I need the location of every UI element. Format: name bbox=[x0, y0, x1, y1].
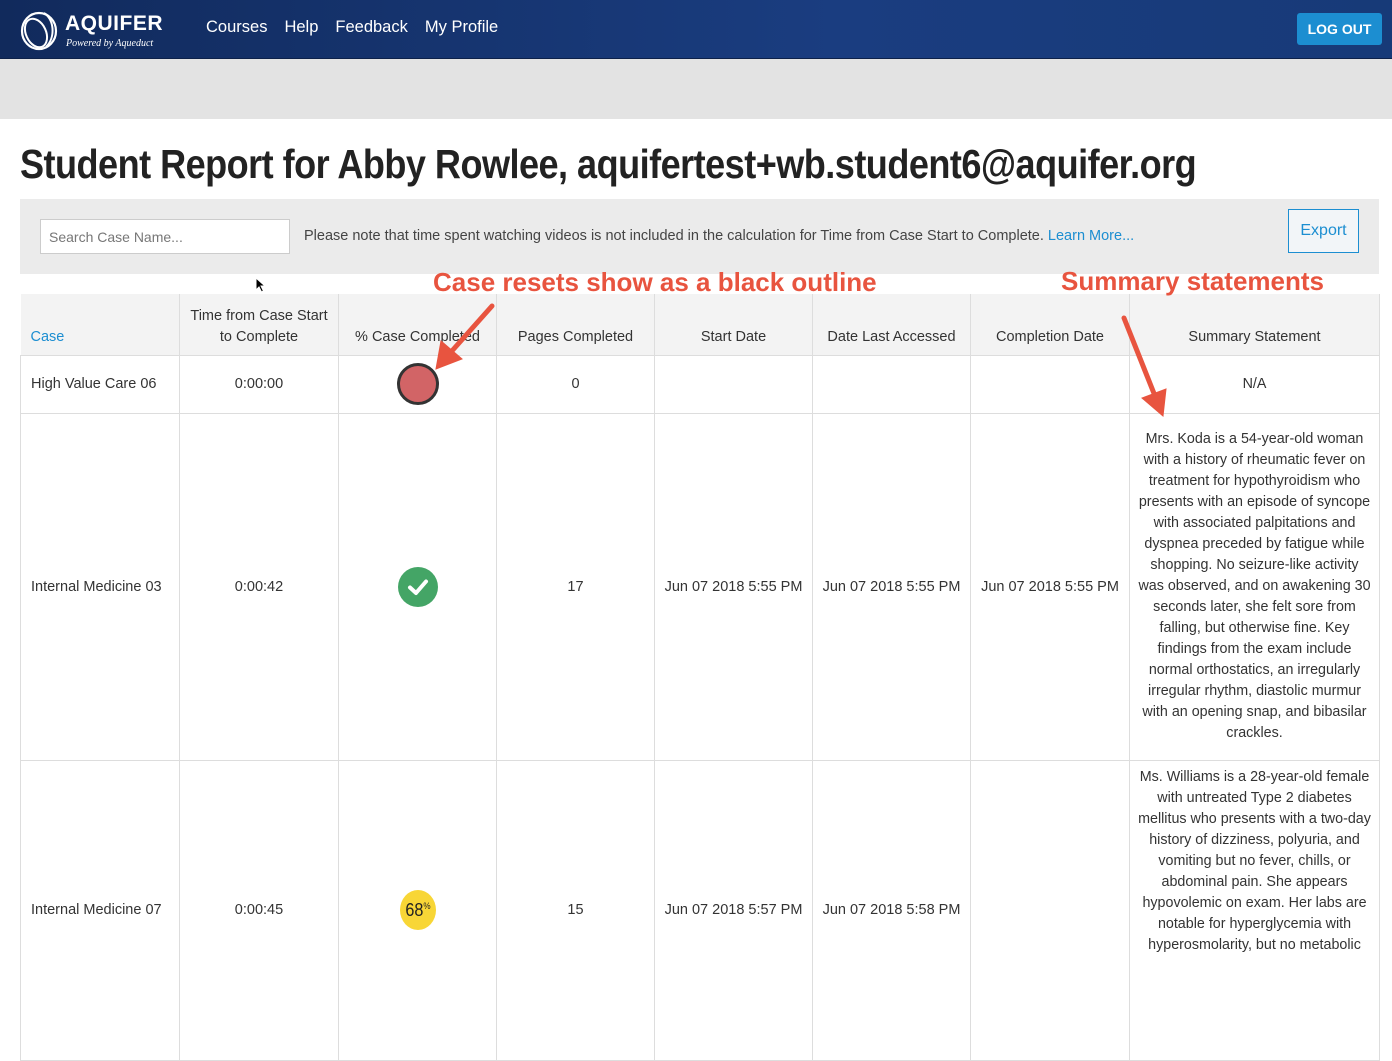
mouse-cursor-icon bbox=[255, 277, 267, 293]
notice-text: Please note that time spent watching vid… bbox=[304, 228, 1048, 244]
learn-more-link[interactable]: Learn More... bbox=[1048, 228, 1134, 244]
header-date-last-accessed: Date Last Accessed bbox=[812, 294, 971, 355]
last-accessed-date bbox=[812, 354, 971, 414]
summary-statement: Mrs. Koda is a 54-year-old woman with a … bbox=[1129, 412, 1380, 761]
header-start-date: Start Date bbox=[654, 294, 813, 355]
nav-courses[interactable]: Courses bbox=[206, 18, 267, 37]
student-report-table: Case Time from Case Start to Complete % … bbox=[20, 294, 1380, 1061]
case-progress-cell: 68% bbox=[338, 759, 497, 1061]
start-date bbox=[654, 354, 813, 414]
checkmark-icon bbox=[397, 566, 438, 607]
summary-statement: Ms. Williams is a 28-year-old female wit… bbox=[1129, 759, 1380, 1061]
video-time-notice: Please note that time spent watching vid… bbox=[304, 228, 1134, 244]
page-title: Student Report for Abby Rowlee, aquifert… bbox=[20, 141, 1197, 187]
nav-help[interactable]: Help bbox=[284, 18, 318, 37]
header-completion-date: Completion Date bbox=[970, 294, 1130, 355]
percent-sign: % bbox=[422, 901, 431, 911]
header-time: Time from Case Start to Complete bbox=[179, 294, 339, 355]
header-case[interactable]: Case bbox=[20, 294, 180, 355]
last-accessed-date: Jun 07 2018 5:58 PM bbox=[812, 759, 971, 1061]
start-date: Jun 07 2018 5:57 PM bbox=[654, 759, 813, 1061]
completion-date bbox=[970, 759, 1130, 1061]
case-time: 0:00:42 bbox=[179, 412, 339, 761]
annotation-case-resets: Case resets show as a black outline bbox=[433, 267, 877, 297]
pages-completed: 17 bbox=[496, 412, 655, 761]
completion-date bbox=[970, 354, 1130, 414]
completion-date: Jun 07 2018 5:55 PM bbox=[970, 412, 1130, 761]
table-header-row: Case Time from Case Start to Complete % … bbox=[20, 294, 1380, 355]
percent-value: 68 bbox=[404, 899, 423, 920]
case-name: Internal Medicine 03 bbox=[20, 412, 180, 761]
pages-completed: 15 bbox=[496, 759, 655, 1061]
case-name: High Value Care 06 bbox=[20, 354, 180, 414]
aquifer-logo-icon bbox=[20, 11, 58, 51]
header-pages-completed: Pages Completed bbox=[496, 294, 655, 355]
case-name: Internal Medicine 07 bbox=[20, 759, 180, 1061]
start-date: Jun 07 2018 5:55 PM bbox=[654, 412, 813, 761]
case-progress-cell bbox=[338, 412, 497, 761]
case-time: 0:00:45 bbox=[179, 759, 339, 1061]
export-button[interactable]: Export bbox=[1288, 209, 1359, 253]
percent-complete-badge: 68% bbox=[399, 890, 436, 930]
nav-feedback[interactable]: Feedback bbox=[335, 18, 407, 37]
annotation-summary-statements: Summary statements bbox=[1061, 266, 1324, 296]
summary-statement: N/A bbox=[1129, 354, 1380, 414]
main-nav: Courses Help Feedback My Profile bbox=[206, 18, 515, 37]
pages-completed: 0 bbox=[496, 354, 655, 414]
table-row: Internal Medicine 07 0:00:45 68% 15 Jun … bbox=[20, 759, 1380, 1061]
case-progress-cell bbox=[338, 354, 497, 414]
nav-my-profile[interactable]: My Profile bbox=[425, 18, 498, 37]
last-accessed-date: Jun 07 2018 5:55 PM bbox=[812, 412, 971, 761]
logo-title: AQUIFER bbox=[65, 12, 163, 35]
case-time: 0:00:00 bbox=[179, 354, 339, 414]
table-row: High Value Care 06 0:00:00 0 N/A bbox=[20, 354, 1380, 414]
search-case-input[interactable] bbox=[40, 219, 290, 254]
logout-button[interactable]: LOG OUT bbox=[1297, 13, 1382, 45]
header-summary-statement: Summary Statement bbox=[1129, 294, 1380, 355]
top-navbar: AQUIFER Powered by Aqueduct Courses Help… bbox=[0, 0, 1392, 59]
aquifer-logo[interactable]: AQUIFER Powered by Aqueduct bbox=[18, 8, 168, 52]
header-pct-completed: % Case Completed bbox=[338, 294, 497, 355]
table-row: Internal Medicine 03 0:00:42 17 Jun 07 2… bbox=[20, 412, 1380, 761]
header-band bbox=[0, 59, 1392, 119]
reset-status-icon bbox=[396, 363, 439, 405]
report-toolbar: Please note that time spent watching vid… bbox=[20, 199, 1379, 274]
logo-subtitle: Powered by Aqueduct bbox=[66, 38, 154, 49]
